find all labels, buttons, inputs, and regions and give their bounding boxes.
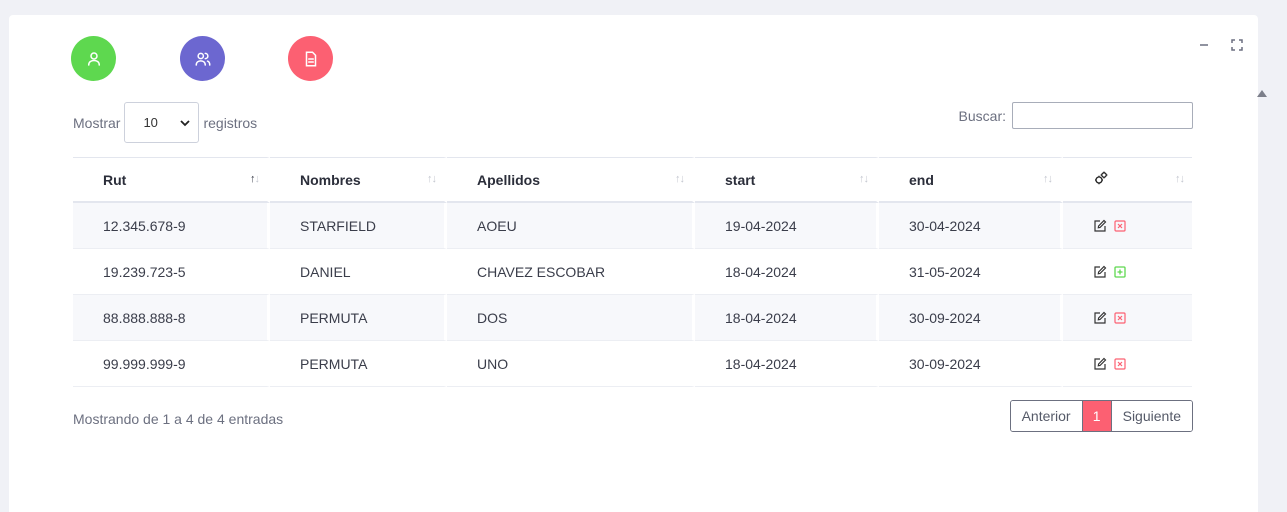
users-button[interactable] — [180, 36, 225, 81]
search-label: Buscar: — [958, 107, 1006, 124]
search-control: Buscar: — [959, 102, 1193, 129]
cell-end: 31-05-2024 — [879, 249, 1063, 295]
column-header-nombres[interactable]: Nombres ↑↓ — [270, 157, 447, 203]
search-input[interactable] — [1012, 102, 1193, 129]
cell-start: 19-04-2024 — [695, 203, 879, 249]
content-card: Mostrar 10 registros Buscar: Rut ↑↓ Nombr… — [9, 15, 1258, 512]
table-row: 99.999.999-9 PERMUTA UNO 18-04-2024 30-09-20… — [73, 341, 1192, 387]
cell-start: 18-04-2024 — [695, 249, 879, 295]
edit-icon[interactable] — [1093, 219, 1107, 233]
length-label-before: Mostrar — [73, 114, 121, 131]
table-row: 12.345.678-9 STARFIELD AOEU 19-04-2024 30-04… — [73, 203, 1192, 249]
add-icon[interactable] — [1113, 265, 1127, 279]
length-control: Mostrar 10 registros — [73, 102, 257, 143]
cell-apellidos: DOS — [447, 295, 695, 341]
cell-end: 30-04-2024 — [879, 203, 1063, 249]
fullscreen-icon[interactable] — [1230, 38, 1244, 52]
cell-actions — [1063, 249, 1192, 295]
cell-actions — [1063, 203, 1192, 249]
pagination: Anterior 1 Siguiente — [1009, 400, 1193, 432]
cell-rut: 88.888.888-8 — [73, 295, 270, 341]
user-icon — [87, 51, 100, 66]
sort-icon: ↑↓ — [675, 173, 685, 185]
edit-icon[interactable] — [1093, 311, 1107, 325]
page-length-value: 10 — [143, 115, 158, 130]
row-actions — [1093, 311, 1192, 325]
column-header-start[interactable]: start ↑↓ — [695, 157, 879, 203]
sort-icon: ↑↓ — [250, 173, 260, 185]
report-button[interactable] — [288, 36, 333, 81]
table-header-row: Rut ↑↓ Nombres ↑↓ Apellidos ↑↓ start ↑↓ end ↑… — [73, 157, 1192, 203]
column-header-apellidos[interactable]: Apellidos ↑↓ — [447, 157, 695, 203]
gears-icon — [1095, 171, 1108, 185]
edit-icon[interactable] — [1093, 265, 1107, 279]
cell-rut: 12.345.678-9 — [73, 203, 270, 249]
cell-apellidos: UNO — [447, 341, 695, 387]
minimize-icon[interactable] — [1197, 38, 1211, 52]
sort-icon: ↑↓ — [427, 173, 437, 185]
cell-rut: 19.239.723-5 — [73, 249, 270, 295]
sort-icon: ↑↓ — [859, 173, 869, 185]
sort-icon: ↑↓ — [1175, 173, 1185, 185]
remove-icon[interactable] — [1113, 357, 1127, 371]
table-row: 88.888.888-8 PERMUTA DOS 18-04-2024 30-09-20… — [73, 295, 1192, 341]
cell-actions — [1063, 341, 1192, 387]
edit-icon[interactable] — [1093, 357, 1107, 371]
column-header-rut[interactable]: Rut ↑↓ — [73, 157, 270, 203]
remove-icon[interactable] — [1113, 311, 1127, 325]
column-header-end[interactable]: end ↑↓ — [879, 157, 1063, 203]
chevron-down-icon — [180, 119, 191, 126]
cell-apellidos: AOEU — [447, 203, 695, 249]
data-table: Rut ↑↓ Nombres ↑↓ Apellidos ↑↓ start ↑↓ end ↑… — [73, 157, 1192, 387]
table-info: Mostrando de 1 a 4 de 4 entradas — [73, 411, 284, 427]
length-label-after: registros — [203, 114, 258, 131]
cell-end: 30-09-2024 — [879, 295, 1063, 341]
cell-nombres: PERMUTA — [270, 295, 447, 341]
row-actions — [1093, 265, 1192, 279]
cell-apellidos: CHAVEZ ESCOBAR — [447, 249, 695, 295]
cell-start: 18-04-2024 — [695, 341, 879, 387]
cell-actions — [1063, 295, 1192, 341]
cell-start: 18-04-2024 — [695, 295, 879, 341]
cell-nombres: STARFIELD — [270, 203, 447, 249]
scroll-up-arrow[interactable] — [1257, 90, 1267, 97]
pagination-next[interactable]: Siguiente — [1111, 401, 1192, 431]
column-header-actions[interactable]: ↑↓ — [1063, 157, 1192, 203]
row-actions — [1093, 357, 1192, 371]
cell-nombres: DANIEL — [270, 249, 447, 295]
pagination-previous[interactable]: Anterior — [1010, 401, 1082, 431]
document-icon — [305, 51, 316, 66]
row-actions — [1093, 219, 1192, 233]
users-icon — [195, 52, 210, 66]
cell-rut: 99.999.999-9 — [73, 341, 270, 387]
cell-nombres: PERMUTA — [270, 341, 447, 387]
cell-end: 30-09-2024 — [879, 341, 1063, 387]
table-row: 19.239.723-5 DANIEL CHAVEZ ESCOBAR 18-04-20… — [73, 249, 1192, 295]
page-length-select[interactable]: 10 — [124, 102, 200, 143]
sort-icon: ↑↓ — [1043, 173, 1053, 185]
add-user-button[interactable] — [71, 36, 116, 81]
remove-icon[interactable] — [1113, 219, 1127, 233]
pagination-page-current[interactable]: 1 — [1081, 401, 1112, 431]
